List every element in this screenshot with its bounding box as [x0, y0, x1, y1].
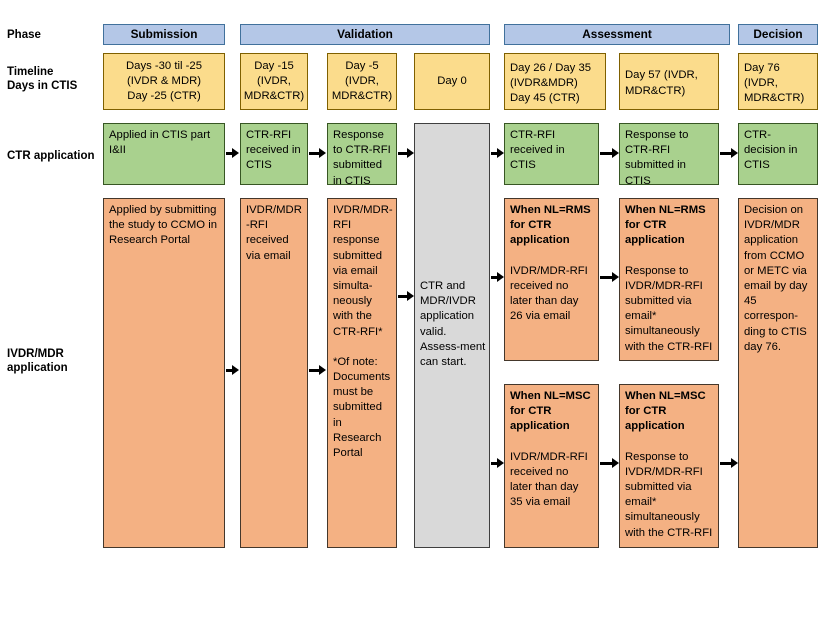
ctr-box-assessment-rfi-received: CTR-RFI received in CTIS	[504, 123, 599, 185]
ivdr-box-decision: Decision on IVDR/MDR application from CC…	[738, 198, 818, 548]
arrow-ivdr-response-to-decision	[720, 458, 738, 469]
arrow-ctr-valid-to-assessment-rfi	[491, 148, 504, 159]
ivdr-box-assessment-rfi-msc: When NL=MSC for CTR application IVDR/MDR…	[504, 384, 599, 548]
timeline-line: MDR&CTR)	[331, 90, 393, 103]
timeline-line: Day 57 (IVDR,	[625, 69, 698, 82]
phase-header-submission: Submission	[103, 24, 225, 45]
ctr-box-rfi-received: CTR-RFI received in CTIS	[240, 123, 308, 185]
timeline-line: Days -30 til -25	[126, 59, 202, 72]
ivdr-msc-response-heading: When NL=MSC for CTR application	[625, 390, 706, 433]
arrow-ctr-rfi-to-response	[309, 148, 326, 159]
arrow-ivdr-valid-to-rms-rfi	[491, 272, 504, 283]
ivdr-msc-rfi-heading: When NL=MSC for CTR application	[510, 390, 591, 433]
arrow-ctr-response-to-decision	[720, 148, 738, 159]
arrow-ivdr-msc-rfi-to-response	[600, 458, 619, 469]
timeline-line: Day 45 (CTR)	[510, 92, 580, 105]
ctr-box-assessment-rfi-response: Response to CTR-RFI submitted in CTIS	[619, 123, 719, 185]
row-label-ctr-application: CTR application	[7, 150, 95, 162]
phase-header-decision: Decision	[738, 24, 818, 45]
timeline-day-26-35: Day 26 / Day 35 (IVDR&MDR) Day 45 (CTR)	[504, 53, 606, 110]
ivdr-rfi-response-footnote: *Of note: Documents must be submitted in…	[333, 355, 391, 460]
arrow-ivdr-rms-rfi-to-response	[600, 272, 619, 283]
timeline-line: Day -25 (CTR)	[127, 90, 201, 103]
ivdr-msc-rfi-body: IVDR/MDR-RFI received no later than day …	[510, 450, 588, 509]
timeline-line: (IVDR&MDR)	[510, 76, 578, 89]
timeline-line: Day 0	[437, 74, 467, 87]
ivdr-box-rfi-response: IVDR/MDR-RFI response submitted via emai…	[327, 198, 397, 548]
ctr-box-submission: Applied in CTIS part I&II	[103, 123, 225, 185]
arrow-ivdr-response-to-valid	[398, 291, 414, 302]
arrow-ctr-assessment-rfi-to-response	[600, 148, 619, 159]
timeline-day-76: Day 76 (IVDR, MDR&CTR)	[738, 53, 818, 110]
ivdr-rfi-response-paragraph-1: IVDR/MDR-RFI response submitted via emai…	[333, 204, 393, 338]
timeline-day-minus-5: Day -5 (IVDR, MDR&CTR)	[327, 53, 397, 110]
phase-header-assessment: Assessment	[504, 24, 730, 45]
ivdr-box-rfi-received: IVDR/MDR -RFI received via email	[240, 198, 308, 548]
ivdr-box-assessment-response-msc: When NL=MSC for CTR application Response…	[619, 384, 719, 548]
ivdr-box-assessment-response-rms: When NL=RMS for CTR application Response…	[619, 198, 719, 361]
timeline-day-minus-15: Day -15 (IVDR, MDR&CTR)	[240, 53, 308, 110]
timeline-line: Day 26 / Day 35	[510, 61, 592, 74]
row-label-timeline: Timeline Days in CTIS	[7, 66, 78, 92]
ivdr-rms-response-heading: When NL=RMS for CTR application	[625, 204, 706, 247]
phase-header-validation: Validation	[240, 24, 490, 45]
timeline-line: (IVDR,	[345, 74, 379, 87]
arrow-ctr-response-to-valid	[398, 148, 414, 159]
arrow-ivdr-valid-to-msc-rfi	[491, 458, 504, 469]
timeline-line: Day -5	[345, 59, 379, 72]
ctr-box-rfi-response: Response to CTR-RFI submitted in CTIS	[327, 123, 397, 185]
arrow-ctr-submission-to-rfi	[226, 148, 239, 159]
ivdr-rms-response-body: Response to IVDR/MDR-RFI submitted via e…	[625, 264, 713, 353]
timeline-line: (IVDR & MDR)	[126, 74, 202, 87]
timeline-line: (IVDR,	[257, 74, 291, 87]
timeline-day-0: Day 0	[414, 53, 490, 110]
ivdr-rms-rfi-body: IVDR/MDR-RFI received no later than day …	[510, 264, 588, 323]
timeline-line: MDR&CTR)	[744, 92, 805, 105]
ivdr-rms-rfi-heading: When NL=RMS for CTR application	[510, 204, 591, 247]
ivdr-box-assessment-rfi-rms: When NL=RMS for CTR application IVDR/MDR…	[504, 198, 599, 361]
timeline-submission: Days -30 til -25 (IVDR & MDR) Day -25 (C…	[103, 53, 225, 110]
ctr-box-decision: CTR-decision in CTIS	[738, 123, 818, 185]
neutral-box-validation-complete: CTR and MDR/IVDR application valid. Asse…	[414, 123, 490, 548]
timeline-line: MDR&CTR)	[243, 90, 305, 103]
flow-diagram: Phase Timeline Days in CTIS CTR applicat…	[0, 0, 830, 623]
ivdr-box-submission: Applied by submitting the study to CCMO …	[103, 198, 225, 548]
ivdr-msc-response-body: Response to IVDR/MDR-RFI submitted via e…	[625, 450, 713, 539]
row-label-ivdr-application: IVDR/MDR application	[7, 348, 68, 374]
timeline-day-57: Day 57 (IVDR, MDR&CTR)	[619, 53, 719, 110]
neutral-box-text: CTR and MDR/IVDR application valid. Asse…	[420, 280, 486, 369]
timeline-line: (IVDR,	[744, 76, 778, 89]
arrow-ivdr-rfi-to-response	[309, 365, 326, 376]
timeline-line: Day -15	[254, 59, 294, 72]
row-label-phase: Phase	[7, 29, 41, 41]
arrow-ivdr-submission-to-rfi	[226, 365, 239, 376]
timeline-line: Day 76	[744, 61, 780, 74]
timeline-line: MDR&CTR)	[625, 84, 686, 97]
